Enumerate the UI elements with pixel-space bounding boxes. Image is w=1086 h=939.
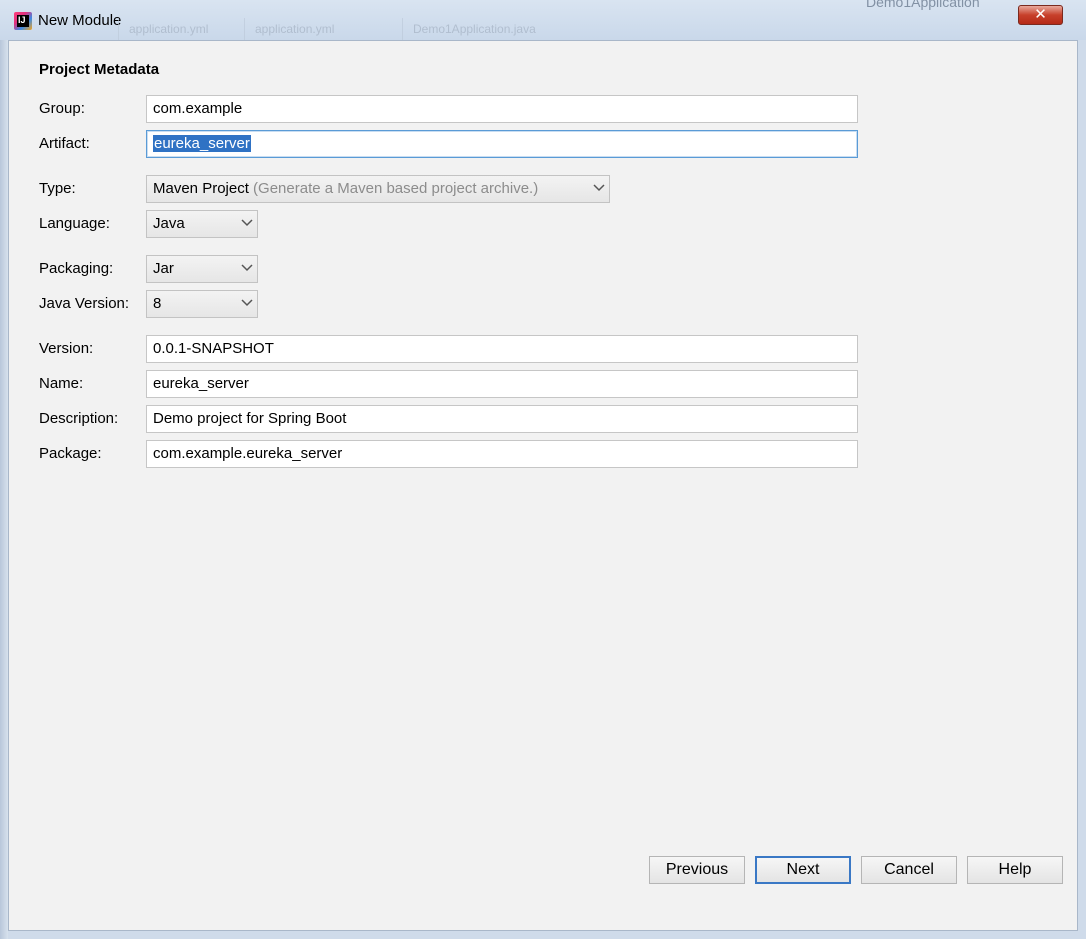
- window-frame-left: [0, 40, 8, 939]
- artifact-selected-text: eureka_server: [153, 135, 251, 152]
- artifact-label: Artifact:: [39, 135, 90, 152]
- intellij-app-icon: IJ: [14, 12, 32, 30]
- next-button[interactable]: Next: [755, 856, 851, 884]
- chevron-down-icon: [241, 219, 253, 227]
- close-icon: ✕: [1034, 6, 1047, 23]
- group-label: Group:: [39, 100, 85, 117]
- background-tab-2: application.yml: [244, 18, 344, 40]
- new-module-dialog: IJ New Module application.yml applicatio…: [0, 0, 1086, 939]
- package-label: Package:: [39, 445, 102, 462]
- artifact-field[interactable]: eureka_server: [146, 130, 858, 158]
- title-bar: IJ New Module application.yml applicatio…: [0, 0, 1086, 40]
- background-tab-3: Demo1Application.java: [402, 18, 546, 40]
- chevron-down-icon: [241, 299, 253, 307]
- name-field[interactable]: eureka_server: [146, 370, 858, 398]
- chevron-down-icon: [241, 264, 253, 272]
- section-heading: Project Metadata: [39, 61, 160, 78]
- window-title: New Module: [38, 12, 122, 29]
- version-label: Version:: [39, 340, 94, 357]
- group-field[interactable]: com.example: [146, 95, 858, 123]
- description-label: Description:: [39, 410, 119, 427]
- java-version-select[interactable]: 8: [146, 290, 258, 318]
- packaging-select[interactable]: Jar: [146, 255, 258, 283]
- type-label: Type:: [39, 180, 76, 197]
- type-hint: (Generate a Maven based project archive.…: [253, 180, 539, 197]
- type-select[interactable]: Maven Project (Generate a Maven based pr…: [146, 175, 610, 203]
- close-button[interactable]: ✕: [1018, 5, 1063, 25]
- cancel-button[interactable]: Cancel: [861, 856, 957, 884]
- dialog-content: Project Metadata Group: com.example Arti…: [8, 40, 1078, 931]
- name-label: Name:: [39, 375, 84, 392]
- java-version-value: 8: [153, 295, 162, 312]
- packaging-value: Jar: [153, 260, 174, 277]
- background-top-label: Demo1Application: [866, 0, 980, 10]
- packaging-label: Packaging:: [39, 260, 114, 277]
- java-version-label: Java Version:: [39, 295, 130, 312]
- chevron-down-icon: [593, 184, 605, 192]
- type-value: Maven Project: [153, 180, 249, 197]
- description-field[interactable]: Demo project for Spring Boot: [146, 405, 858, 433]
- package-field[interactable]: com.example.eureka_server: [146, 440, 858, 468]
- previous-button[interactable]: Previous: [649, 856, 745, 884]
- background-tab-1: application.yml: [118, 18, 218, 40]
- help-button[interactable]: Help: [967, 856, 1063, 884]
- language-value: Java: [153, 215, 185, 232]
- version-field[interactable]: 0.0.1-SNAPSHOT: [146, 335, 858, 363]
- language-select[interactable]: Java: [146, 210, 258, 238]
- language-label: Language:: [39, 215, 110, 232]
